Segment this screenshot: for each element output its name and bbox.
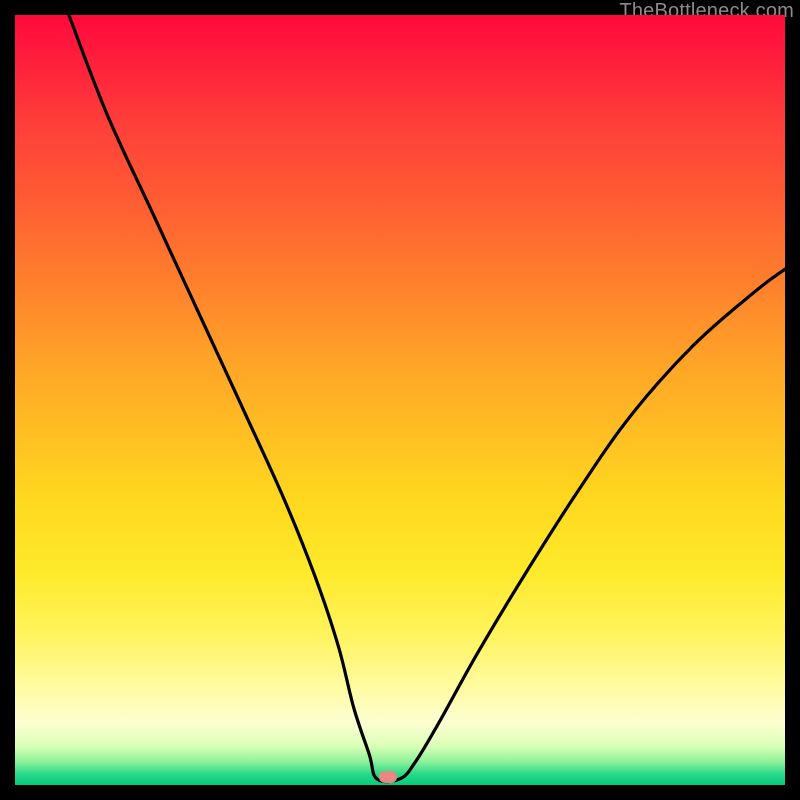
plot-area [15,15,785,785]
chart-frame: TheBottleneck.com [0,0,800,800]
optimal-point-marker [379,771,397,783]
bottleneck-curve [15,15,785,785]
